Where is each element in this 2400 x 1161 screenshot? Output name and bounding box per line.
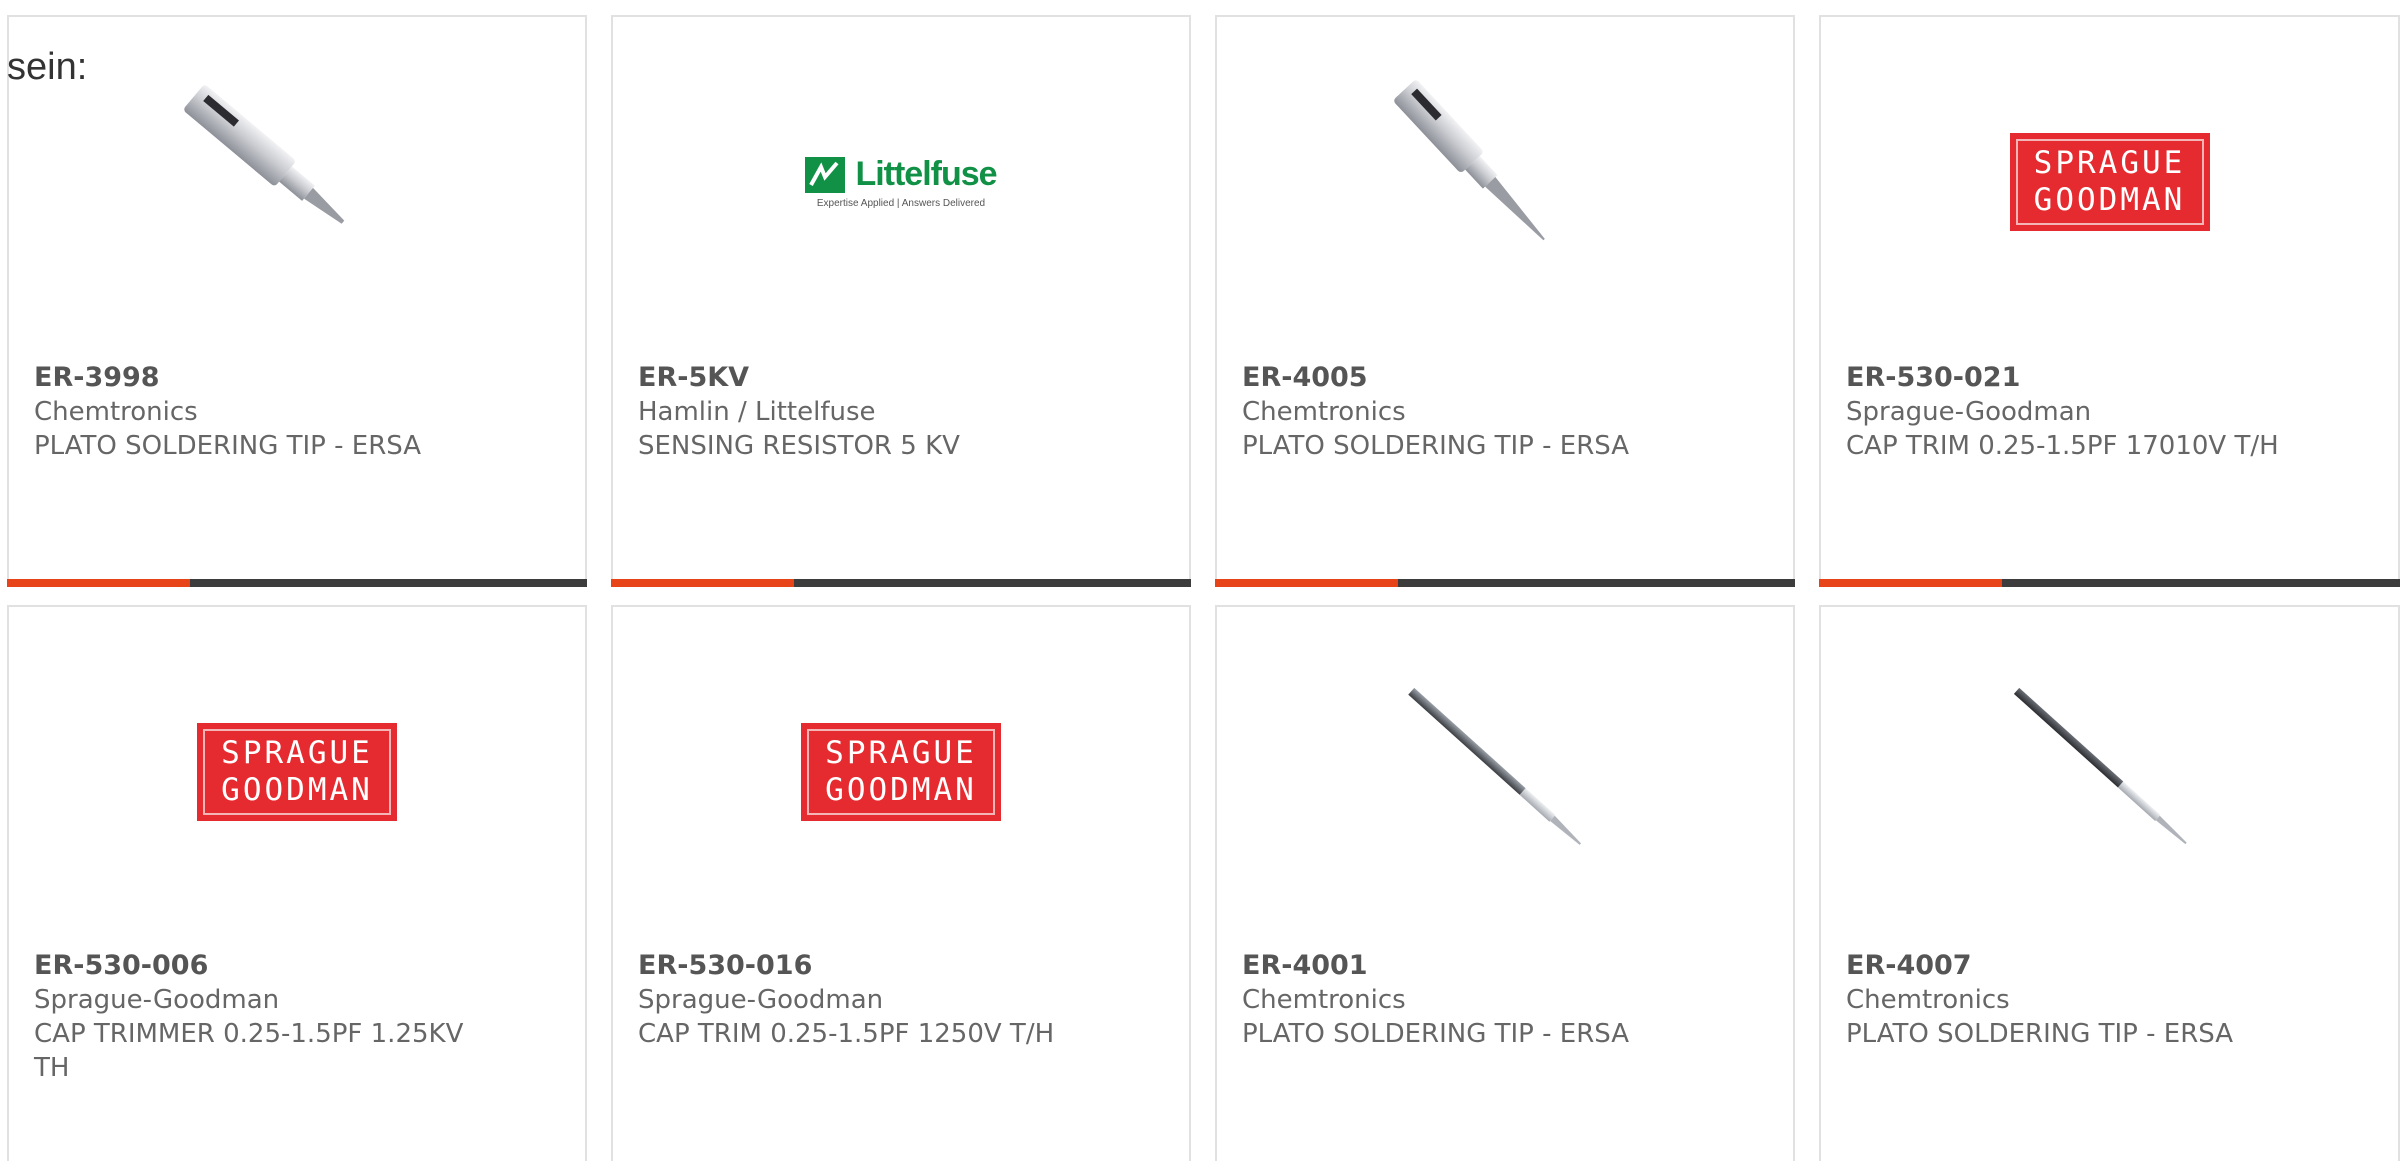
card-bar [611, 579, 1191, 587]
manufacturer: Chemtronics [1242, 985, 1406, 1015]
product-card[interactable]: Littelfuse Expertise Applied | Answers D… [611, 15, 1191, 587]
manufacturer: Hamlin / Littelfuse [638, 397, 876, 427]
card-bar-accent [1215, 579, 1398, 587]
product-card[interactable]: ER-4001 Chemtronics PLATO SOLDERING TIP … [1215, 605, 1795, 1161]
littelfuse-logo-name: Littelfuse [855, 155, 997, 193]
product-info: ER-5KV Hamlin / Littelfuse SENSING RESIS… [638, 361, 1079, 463]
soldering-tip-image [1821, 607, 2398, 937]
sprague-logo-line1: SPRAGUE [221, 735, 373, 771]
product-card[interactable]: ER-4007 Chemtronics PLATO SOLDERING TIP … [1819, 605, 2400, 1161]
manufacturer: Chemtronics [34, 397, 198, 427]
part-number[interactable]: ER-530-006 [34, 949, 475, 983]
product-card[interactable]: SPRAGUE GOODMAN ER-530-021 Sprague-Goodm… [1819, 15, 2400, 587]
part-number[interactable]: ER-4001 [1242, 949, 1683, 983]
littelfuse-logo-tagline: Expertise Applied | Answers Delivered [816, 198, 986, 209]
sprague-logo-line1: SPRAGUE [825, 735, 977, 771]
part-number[interactable]: ER-4007 [1846, 949, 2288, 983]
part-number[interactable]: ER-4005 [1242, 361, 1683, 395]
manufacturer: Sprague-Goodman [638, 985, 884, 1015]
soldering-tip-image [1217, 607, 1793, 937]
product-grid-page: sein: ER-3998 Chemtronics PLATO SOLDERIN… [0, 0, 2400, 1161]
product-card[interactable]: ER-3998 Chemtronics PLATO SOLDERING TIP … [7, 15, 587, 587]
manufacturer: Chemtronics [1242, 397, 1406, 427]
card-bar-accent [7, 579, 190, 587]
product-info: ER-3998 Chemtronics PLATO SOLDERING TIP … [34, 361, 475, 463]
product-card[interactable]: SPRAGUE GOODMAN ER-530-016 Sprague-Goodm… [611, 605, 1191, 1161]
manufacturer: Sprague-Goodman [34, 985, 280, 1015]
intro-text: sein: [7, 46, 88, 88]
product-info: ER-530-021 Sprague-Goodman CAP TRIM 0.25… [1846, 361, 2288, 463]
part-number[interactable]: ER-530-021 [1846, 361, 2288, 395]
description: CAP TRIM 0.25-1.5PF 17010V T/H [1846, 431, 2279, 461]
littelfuse-logo: Littelfuse Expertise Applied | Answers D… [613, 17, 1189, 347]
sprague-goodman-logo: SPRAGUE GOODMAN [9, 607, 585, 937]
description: SENSING RESISTOR 5 KV [638, 431, 960, 461]
product-info: ER-530-016 Sprague-Goodman CAP TRIM 0.25… [638, 949, 1079, 1051]
card-bar-accent [1819, 579, 2002, 587]
soldering-tip-image [1217, 17, 1793, 347]
product-info: ER-4005 Chemtronics PLATO SOLDERING TIP … [1242, 361, 1683, 463]
sprague-goodman-logo: SPRAGUE GOODMAN [613, 607, 1189, 937]
littelfuse-mark-icon [805, 156, 846, 193]
manufacturer: Chemtronics [1846, 985, 2010, 1015]
card-bar [1215, 579, 1795, 587]
description: PLATO SOLDERING TIP - ERSA [34, 431, 422, 461]
manufacturer: Sprague-Goodman [1846, 397, 2092, 427]
card-bar-accent [611, 579, 794, 587]
description: CAP TRIM 0.25-1.5PF 1250V T/H [638, 1019, 1055, 1049]
product-info: ER-4007 Chemtronics PLATO SOLDERING TIP … [1846, 949, 2288, 1051]
description: CAP TRIMMER 0.25-1.5PF 1.25KV TH [34, 1019, 464, 1083]
part-number[interactable]: ER-530-016 [638, 949, 1079, 983]
sprague-logo-line1: SPRAGUE [2033, 145, 2186, 181]
product-card[interactable]: SPRAGUE GOODMAN ER-530-006 Sprague-Goodm… [7, 605, 587, 1161]
product-card[interactable]: ER-4005 Chemtronics PLATO SOLDERING TIP … [1215, 15, 1795, 587]
card-bar [7, 579, 587, 587]
part-number[interactable]: ER-3998 [34, 361, 475, 395]
card-bar [1819, 579, 2400, 587]
sprague-logo-line2: GOODMAN [825, 772, 977, 808]
sprague-goodman-logo: SPRAGUE GOODMAN [1821, 17, 2398, 347]
description: PLATO SOLDERING TIP - ERSA [1242, 431, 1630, 461]
product-info: ER-530-006 Sprague-Goodman CAP TRIMMER 0… [34, 949, 475, 1085]
description: PLATO SOLDERING TIP - ERSA [1242, 1019, 1630, 1049]
sprague-logo-line2: GOODMAN [221, 772, 373, 808]
product-info: ER-4001 Chemtronics PLATO SOLDERING TIP … [1242, 949, 1683, 1051]
description: PLATO SOLDERING TIP - ERSA [1846, 1019, 2234, 1049]
soldering-tip-image [9, 17, 585, 347]
part-number[interactable]: ER-5KV [638, 361, 1079, 395]
sprague-logo-line2: GOODMAN [2033, 182, 2186, 218]
